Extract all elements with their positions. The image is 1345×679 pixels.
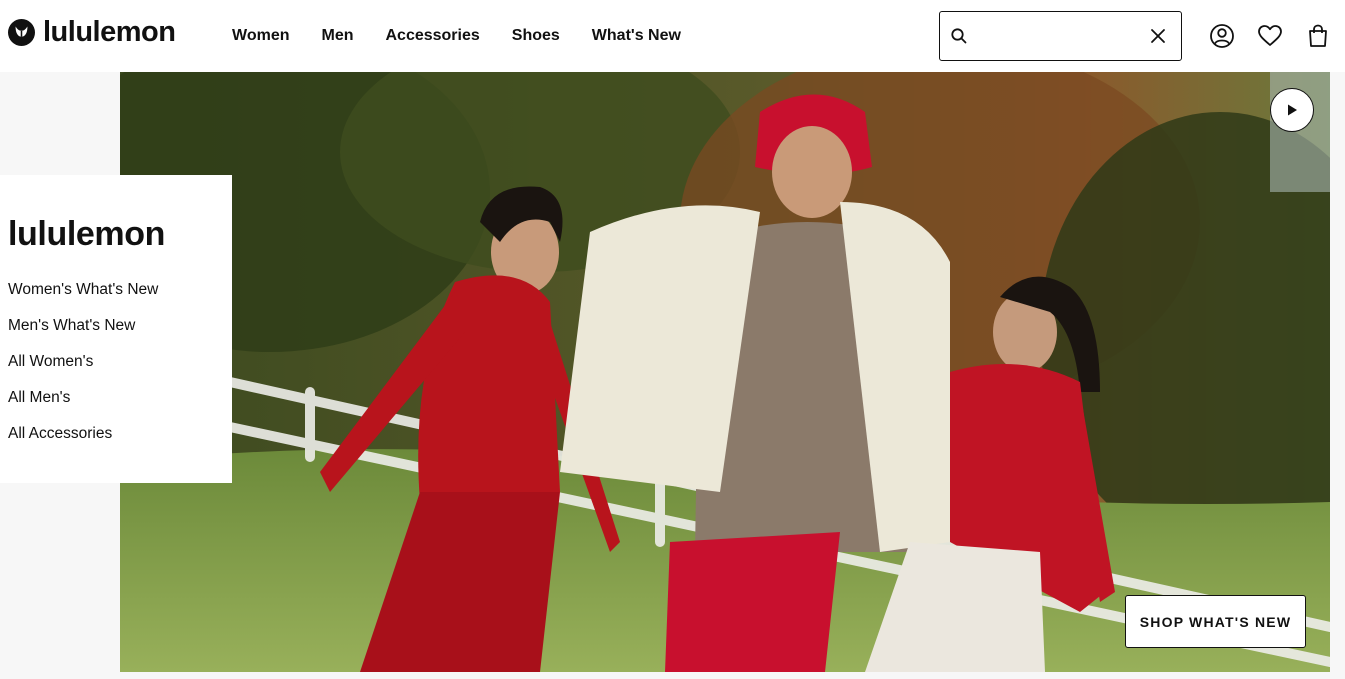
link-mens-whats-new[interactable]: Men's What's New: [8, 317, 135, 334]
category-links: Women's What's New Men's What's New All …: [8, 281, 158, 461]
hero-banner[interactable]: SHOP WHAT'S NEW: [120, 72, 1330, 672]
link-womens-whats-new[interactable]: Women's What's New: [8, 281, 158, 298]
category-panel: lululemon Women's What's New Men's What'…: [0, 175, 232, 483]
search-input[interactable]: [976, 20, 1144, 52]
list-item: Women's What's New: [8, 281, 158, 317]
panel-title: lululemon: [8, 215, 165, 253]
hero-image: [120, 72, 1330, 672]
list-item: All Women's: [8, 353, 158, 389]
search-box: [939, 11, 1182, 61]
play-video-button[interactable]: [1270, 88, 1314, 132]
brand-wordmark: lululemon: [43, 16, 176, 48]
search-icon: [951, 28, 967, 44]
list-item: Men's What's New: [8, 317, 158, 353]
close-icon[interactable]: [1149, 27, 1167, 45]
link-all-mens[interactable]: All Men's: [8, 389, 70, 406]
brand-logo[interactable]: lululemon: [8, 16, 176, 48]
nav-accessories[interactable]: Accessories: [385, 25, 479, 47]
account-icon[interactable]: [1208, 22, 1236, 50]
list-item: All Men's: [8, 389, 158, 425]
play-icon: [1288, 104, 1297, 116]
shop-whats-new-button[interactable]: SHOP WHAT'S NEW: [1125, 595, 1306, 648]
list-item: All Accessories: [8, 425, 158, 461]
nav-women[interactable]: Women: [232, 25, 289, 47]
nav-shoes[interactable]: Shoes: [512, 25, 560, 47]
nav-whats-new[interactable]: What's New: [592, 25, 681, 47]
link-all-accessories[interactable]: All Accessories: [8, 425, 112, 442]
link-all-womens[interactable]: All Women's: [8, 353, 93, 370]
heart-icon[interactable]: [1256, 22, 1284, 50]
site-header: lululemon Women Men Accessories Shoes Wh…: [0, 0, 1345, 72]
main-nav: Women Men Accessories Shoes What's New: [232, 25, 713, 47]
nav-men[interactable]: Men: [321, 25, 353, 47]
lululemon-logo-icon: [8, 18, 35, 46]
shopping-bag-icon[interactable]: [1304, 22, 1332, 50]
